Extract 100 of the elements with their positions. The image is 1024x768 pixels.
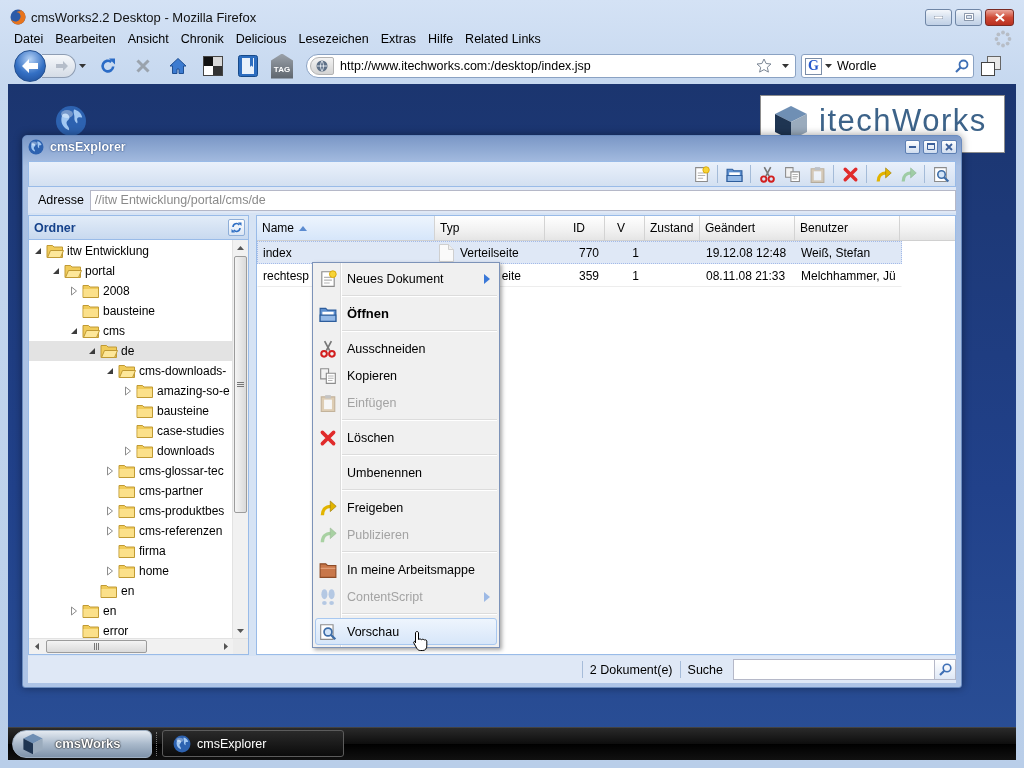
menu-item[interactable]: Hilfe	[428, 32, 454, 46]
circular-arrows-icon	[231, 222, 242, 233]
scrollbar-thumb[interactable]	[46, 640, 147, 653]
expanded-arrow-icon[interactable]	[34, 247, 42, 255]
menu-item[interactable]: Ausschneiden	[315, 335, 497, 362]
folder-tree-item[interactable]: en	[29, 581, 232, 601]
scroll-right-icon[interactable]	[223, 643, 228, 650]
search-engine-button[interactable]: G	[805, 57, 822, 75]
folder-tree-item[interactable]: itw Entwicklung	[29, 241, 232, 261]
menu-item[interactable]: Öffnen	[315, 300, 497, 327]
horizontal-scrollbar[interactable]	[29, 639, 233, 654]
expanded-arrow-icon[interactable]	[106, 367, 114, 375]
table-row[interactable]: index Verteilseite 770 1 19.12.08 12:48 Weiß, Stefan	[257, 241, 902, 264]
folder-tree-item[interactable]: cms-referenzen	[29, 521, 232, 541]
column-header[interactable]: Geändert	[700, 216, 795, 240]
collapsed-arrow-icon[interactable]	[70, 606, 78, 616]
maximize-icon	[963, 13, 974, 21]
column-header[interactable]: Benutzer	[795, 216, 900, 240]
menu-item[interactable]: Vorschau	[315, 618, 497, 645]
collapsed-arrow-icon[interactable]	[106, 566, 114, 576]
collapsed-arrow-icon[interactable]	[124, 446, 132, 456]
search-box[interactable]: G Wordle	[801, 54, 974, 78]
menu-item[interactable]: Extras	[380, 32, 417, 46]
address-bar[interactable]: http://www.itechworks.com:/desktop/index.jsp	[306, 54, 796, 78]
maximize-button[interactable]	[923, 139, 938, 154]
search-field[interactable]: Wordle	[837, 59, 955, 73]
folder-tree-item[interactable]: 2008	[29, 281, 232, 301]
menu-item[interactable]: Bearbeiten	[55, 32, 116, 46]
folder-tree-item[interactable]: firma	[29, 541, 232, 561]
address-field[interactable]: //itw Entwicklung/portal/cms/de	[89, 189, 956, 211]
close-icon	[945, 142, 953, 151]
clipboard-icon	[808, 165, 826, 183]
globe-icon[interactable]	[55, 105, 87, 137]
close-icon	[994, 12, 1005, 22]
folder-tree-item[interactable]: cms-downloads-	[29, 361, 232, 381]
toolbar-button[interactable]	[237, 54, 259, 78]
scroll-down-icon[interactable]	[237, 628, 244, 633]
folder-tree-item[interactable]: downloads	[29, 441, 232, 461]
menu-item[interactable]: Delicious	[235, 32, 287, 46]
column-header[interactable]: Name	[257, 216, 435, 240]
folder-tree-item[interactable]: bausteine	[29, 401, 232, 421]
close-button[interactable]	[985, 8, 1014, 26]
toolbar-button[interactable]	[980, 54, 1002, 78]
collapsed-arrow-icon[interactable]	[106, 526, 114, 536]
menu-item[interactable]: Umbenennen	[315, 459, 497, 486]
search-field[interactable]	[733, 659, 935, 680]
taskbar-button[interactable]: cmsExplorer	[162, 730, 344, 757]
scrollbar-thumb[interactable]	[234, 256, 247, 513]
toolbar-button[interactable]	[202, 54, 224, 78]
folder-tree-item[interactable]: cms-partner	[29, 481, 232, 501]
search-button[interactable]	[935, 659, 956, 680]
minimize-button[interactable]	[925, 8, 952, 26]
expanded-arrow-icon[interactable]	[88, 347, 96, 355]
expanded-arrow-icon[interactable]	[52, 267, 60, 275]
star-icon[interactable]	[756, 58, 772, 74]
collapsed-arrow-icon[interactable]	[106, 506, 114, 516]
collapsed-arrow-icon[interactable]	[106, 466, 114, 476]
folder-tree-item[interactable]: cms-produktbes	[29, 501, 232, 521]
menu-item[interactable]: Freigeben	[315, 494, 497, 521]
folder-tree-item[interactable]: de	[29, 341, 232, 361]
refresh-button[interactable]	[228, 219, 245, 236]
magnifier-page-icon	[932, 165, 950, 183]
folder-tree-item[interactable]: case-studies	[29, 421, 232, 441]
scroll-up-icon[interactable]	[237, 245, 244, 250]
back-button[interactable]	[14, 50, 46, 82]
folder-tree-item[interactable]: amazing-so-e	[29, 381, 232, 401]
menu-item[interactable]: Kopieren	[315, 362, 497, 389]
collapsed-arrow-icon[interactable]	[124, 386, 132, 396]
curved-arrow-icon	[319, 525, 337, 544]
folder-tree-item[interactable]: cms-glossar-tec	[29, 461, 232, 481]
column-header[interactable]: V	[605, 216, 645, 240]
site-identity-button[interactable]	[310, 57, 334, 75]
tag-button[interactable]: TAG	[271, 53, 293, 79]
menu-item[interactable]: Chronik	[180, 32, 224, 46]
folder-tree-item[interactable]: cms	[29, 321, 232, 341]
menu-item[interactable]: Ansicht	[127, 32, 169, 46]
menu-item[interactable]: Related Links	[465, 32, 541, 46]
expanded-arrow-icon[interactable]	[70, 327, 78, 335]
folder-tree-item[interactable]: en	[29, 601, 232, 621]
close-button[interactable]	[941, 139, 957, 154]
search-icon[interactable]	[955, 59, 969, 73]
folder-tree-item[interactable]: portal	[29, 261, 232, 281]
folder-tree-item[interactable]: home	[29, 561, 232, 581]
menu-item[interactable]: Datei	[14, 32, 44, 46]
vertical-scrollbar[interactable]	[232, 240, 248, 638]
menu-item[interactable]: In meine Arbeitsmappe	[315, 556, 497, 583]
menu-item[interactable]: Lesezeichen	[298, 32, 369, 46]
column-header[interactable]: Zustand	[645, 216, 700, 240]
column-header[interactable]: ID	[545, 216, 605, 240]
table-cell: Weiß, Stefan	[801, 245, 871, 260]
maximize-button[interactable]	[955, 8, 982, 26]
url-field[interactable]: http://www.itechworks.com:/desktop/index.jsp	[340, 59, 756, 73]
column-header[interactable]: Typ	[435, 216, 545, 240]
globe-icon	[316, 60, 328, 72]
folder-tree-item[interactable]: bausteine	[29, 301, 232, 321]
folder-tree-item[interactable]: error	[29, 621, 232, 638]
menu-item[interactable]: Löschen	[315, 424, 497, 451]
scroll-left-icon[interactable]	[34, 643, 39, 650]
collapsed-arrow-icon[interactable]	[70, 286, 78, 296]
minimize-button[interactable]	[905, 139, 920, 154]
